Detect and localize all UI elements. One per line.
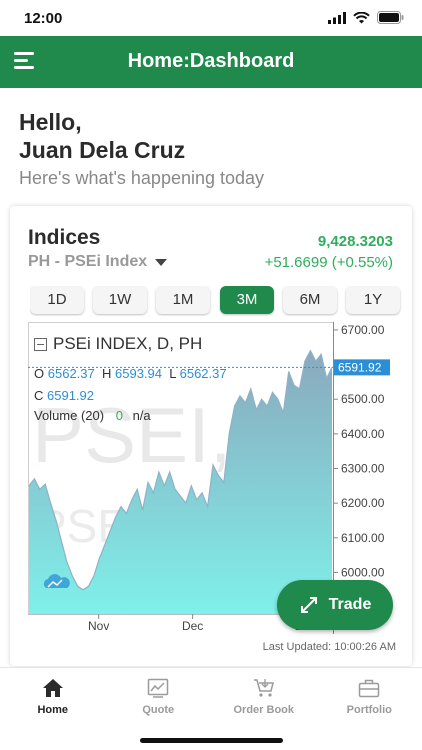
chart-series-title: PSEi INDEX, D, PH bbox=[34, 334, 202, 354]
y-tick-label: 6300.00 bbox=[341, 462, 385, 476]
high-value: 6593.94 bbox=[115, 366, 162, 381]
nav-order-book-label: Order Book bbox=[233, 704, 294, 716]
bottom-nav: Home Quote Order Book Portfolio bbox=[0, 667, 422, 725]
greeting-subtitle: Here's what's happening today bbox=[19, 168, 265, 188]
open-label: O bbox=[34, 366, 45, 381]
x-tick-label: Dec bbox=[182, 619, 203, 633]
page-title: Home:Dashboard bbox=[127, 50, 295, 72]
y-tick-label: 6200.00 bbox=[341, 496, 385, 510]
collapse-legend-icon[interactable] bbox=[34, 337, 47, 351]
index-selector[interactable]: PH - PSEi Index bbox=[28, 253, 168, 271]
trade-arrows-icon bbox=[300, 597, 317, 613]
nav-quote-label: Quote bbox=[142, 704, 175, 716]
volume-value: 0 bbox=[115, 408, 123, 423]
quote-chart-icon bbox=[148, 678, 169, 698]
y-tick-label: 6500.00 bbox=[341, 392, 385, 406]
close-label: C bbox=[34, 388, 44, 403]
tab-1y[interactable]: 1Y bbox=[346, 286, 400, 314]
greeting: Hello, Juan Dela Cruz Here's what's happ… bbox=[19, 108, 264, 189]
home-icon bbox=[42, 679, 63, 697]
signal-icon bbox=[328, 11, 346, 24]
nav-portfolio[interactable]: Portfolio bbox=[317, 668, 422, 725]
status-icons bbox=[328, 11, 404, 24]
status-bar: 12:00 bbox=[0, 0, 422, 36]
greeting-hello: Hello, bbox=[19, 109, 82, 135]
tab-1w[interactable]: 1W bbox=[93, 286, 147, 314]
app-header: Home:Dashboard bbox=[0, 36, 422, 88]
index-value: 9,428.3203 bbox=[317, 233, 393, 250]
wifi-icon bbox=[353, 11, 370, 23]
nav-portfolio-label: Portfolio bbox=[346, 704, 392, 716]
index-change: +51.6699 (+0.55%) bbox=[264, 254, 393, 271]
y-tick-label: 6700.00 bbox=[341, 323, 385, 337]
y-tick-label: 6400.00 bbox=[341, 427, 385, 441]
volume-row: Volume (20) 0 n/a bbox=[34, 408, 151, 423]
nav-quote[interactable]: Quote bbox=[106, 668, 212, 725]
last-updated: Last Updated: 10:00:26 AM bbox=[262, 641, 396, 653]
range-tabs: 1D 1W 1M 3M 6M 1Y bbox=[30, 286, 410, 316]
volume-label: Volume (20) bbox=[34, 408, 105, 423]
x-tick-label: Nov bbox=[88, 619, 109, 633]
low-value: 6562.37 bbox=[179, 366, 227, 381]
cart-icon bbox=[253, 679, 274, 697]
home-indicator bbox=[140, 738, 283, 743]
low-label: L bbox=[169, 366, 176, 381]
status-time: 12:00 bbox=[24, 10, 63, 27]
close-value: 6591.92 bbox=[47, 388, 95, 403]
tab-6m[interactable]: 6M bbox=[283, 286, 337, 314]
nav-home[interactable]: Home bbox=[0, 668, 106, 725]
indices-title: Indices bbox=[28, 226, 101, 249]
tab-1m[interactable]: 1M bbox=[156, 286, 210, 314]
index-selector-label: PH - PSEi Index bbox=[28, 253, 148, 270]
trade-button[interactable]: Trade bbox=[277, 580, 393, 630]
greeting-name: Juan Dela Cruz bbox=[19, 137, 186, 163]
briefcase-icon bbox=[359, 679, 380, 698]
nav-home-label: Home bbox=[37, 704, 69, 716]
y-tick-label: 6100.00 bbox=[341, 531, 385, 545]
ohlc-row: O 6562.37 H 6593.94 L 6562.37 bbox=[34, 366, 227, 381]
open-value: 6562.37 bbox=[47, 366, 95, 381]
caret-down-icon bbox=[155, 258, 168, 266]
last-price-tag-text: 6591.92 bbox=[338, 360, 382, 374]
volume-na: n/a bbox=[132, 408, 151, 423]
series-title-text: PSEi INDEX, D, PH bbox=[53, 334, 203, 353]
high-label: H bbox=[101, 366, 112, 381]
close-row: C 6591.92 bbox=[34, 388, 94, 403]
tab-1d[interactable]: 1D bbox=[30, 286, 84, 314]
tab-3m[interactable]: 3M bbox=[220, 286, 274, 314]
y-tick-label: 6000.00 bbox=[341, 565, 385, 579]
battery-icon bbox=[377, 11, 404, 24]
trade-button-label: Trade bbox=[328, 596, 372, 613]
nav-order-book[interactable]: Order Book bbox=[211, 668, 317, 725]
